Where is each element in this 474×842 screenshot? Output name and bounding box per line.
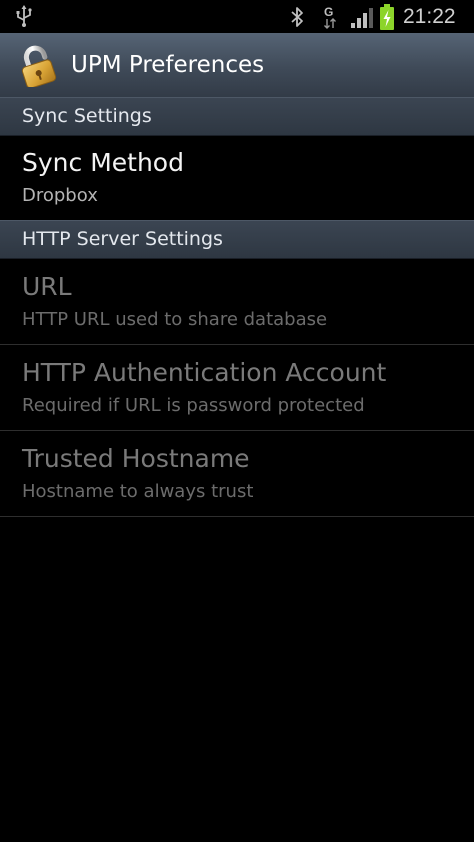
pref-sync-method[interactable]: Sync Method Dropbox bbox=[0, 135, 474, 220]
category-label: Sync Settings bbox=[22, 105, 152, 127]
pref-http-auth-account: HTTP Authentication Account Required if … bbox=[0, 345, 474, 430]
category-sync-settings: Sync Settings bbox=[0, 97, 474, 136]
pref-title: HTTP Authentication Account bbox=[22, 358, 387, 387]
gprs-signal-icon: G bbox=[324, 5, 336, 29]
cell-signal-icon bbox=[351, 8, 373, 28]
pref-title: Trusted Hostname bbox=[22, 444, 250, 473]
pref-summary: HTTP URL used to share database bbox=[22, 309, 328, 330]
action-bar: UPM Preferences bbox=[0, 33, 474, 98]
category-label: HTTP Server Settings bbox=[22, 228, 223, 250]
pref-summary: Required if URL is password protected bbox=[22, 395, 365, 416]
pref-url: URL HTTP URL used to share database bbox=[0, 259, 474, 344]
divider bbox=[0, 516, 474, 517]
battery-charging-icon bbox=[380, 4, 394, 30]
screen: G 21:22 UPM Preferences Sync Settings Sy… bbox=[0, 0, 474, 842]
app-title: UPM Preferences bbox=[71, 52, 265, 78]
usb-icon bbox=[16, 5, 32, 27]
pref-title: Sync Method bbox=[22, 148, 184, 177]
pref-summary: Hostname to always trust bbox=[22, 481, 254, 502]
pref-title: URL bbox=[22, 272, 72, 301]
pref-summary: Dropbox bbox=[22, 185, 98, 206]
network-type-label: G bbox=[324, 5, 333, 19]
status-bar: G 21:22 bbox=[0, 0, 474, 33]
padlock-icon bbox=[21, 45, 57, 87]
category-http-server-settings: HTTP Server Settings bbox=[0, 220, 474, 259]
bluetooth-icon bbox=[291, 7, 303, 27]
status-time: 21:22 bbox=[403, 5, 456, 28]
pref-trusted-hostname: Trusted Hostname Hostname to always trus… bbox=[0, 431, 474, 516]
